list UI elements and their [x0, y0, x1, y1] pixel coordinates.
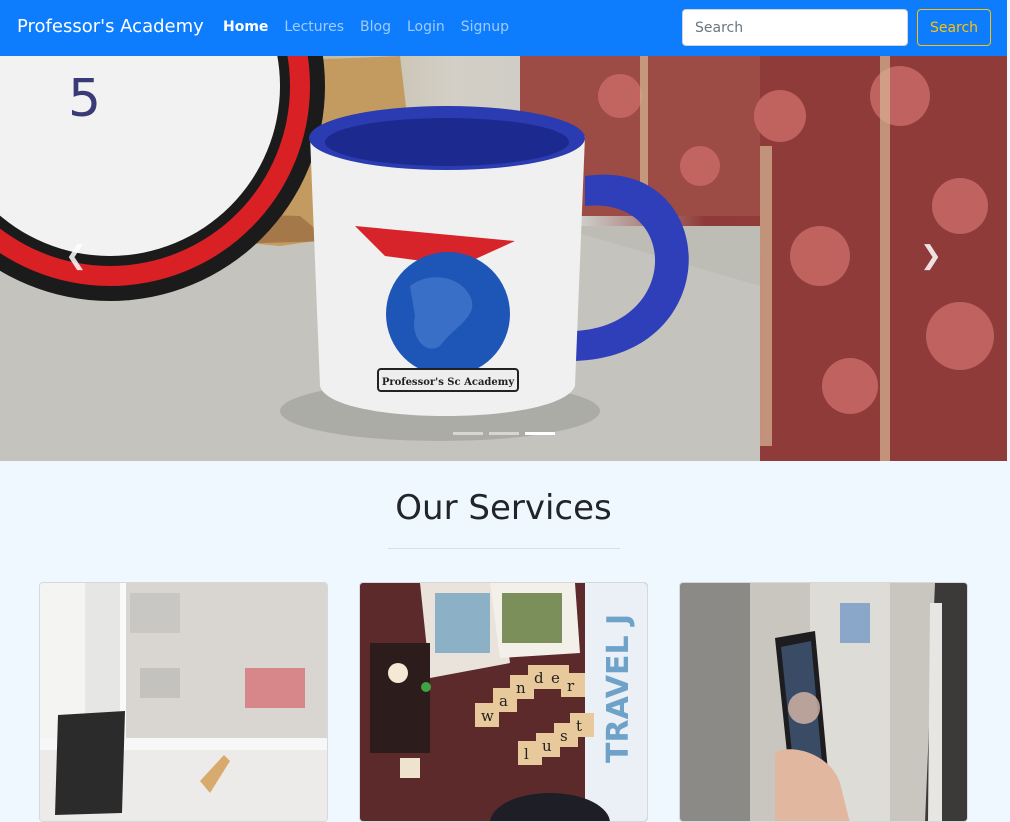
laptop-by-window-photo	[40, 583, 327, 821]
mug-logo-text: Professor's Sc Academy	[382, 377, 516, 388]
chevron-left-icon: ❮	[65, 241, 87, 271]
block-letter: u	[542, 737, 552, 755]
navbar: Professor's Academy Home Lectures Blog L…	[0, 0, 1007, 56]
services-title: Our Services	[395, 488, 612, 528]
carousel-indicator-3[interactable]	[525, 432, 555, 435]
nav-link-home[interactable]: Home	[223, 19, 268, 35]
carousel-prev-button[interactable]: ❮	[61, 241, 91, 271]
block-letter: r	[567, 677, 575, 695]
section-divider	[388, 548, 620, 549]
block-letter: a	[499, 692, 508, 710]
carousel-indicator-1[interactable]	[453, 432, 483, 435]
carousel-next-button[interactable]: ❯	[916, 241, 946, 271]
service-card-3[interactable]	[679, 582, 968, 822]
block-letter: e	[551, 669, 560, 687]
block-letter: s	[560, 727, 568, 745]
service-card-1[interactable]	[39, 582, 328, 822]
block-letter: n	[516, 679, 526, 697]
service-card-2[interactable]: TRAVEL J w a n d e r l u s t	[359, 582, 648, 822]
phone-in-hand-photo	[680, 583, 967, 821]
wander-lust-travel-photo: TRAVEL J w a n d e r l u s t	[360, 583, 647, 821]
nav-link-signup[interactable]: Signup	[461, 19, 509, 35]
search-button[interactable]: Search	[917, 9, 991, 46]
nav-link-lectures[interactable]: Lectures	[284, 19, 344, 35]
block-letter: w	[481, 707, 494, 725]
nav-link-blog[interactable]: Blog	[360, 19, 391, 35]
nav-link-login[interactable]: Login	[407, 19, 445, 35]
block-letter: d	[534, 669, 544, 687]
block-letter: t	[576, 717, 582, 735]
chevron-right-icon: ❯	[920, 241, 942, 271]
carousel-indicator-2[interactable]	[489, 432, 519, 435]
card-side-text: TRAVEL J	[601, 614, 636, 763]
hero-carousel: 5 Professor's Sc Academy ❮ ❯	[0, 56, 1007, 461]
brand-logo-text[interactable]: Professor's Academy	[17, 16, 204, 37]
carousel-indicators	[453, 432, 561, 435]
clock-number: 5	[68, 69, 101, 129]
nav-links: Home Lectures Blog Login Signup	[223, 19, 525, 35]
carousel-slide-image: 5 Professor's Sc Academy	[0, 56, 1007, 461]
block-letter: l	[524, 745, 529, 763]
search-input[interactable]	[682, 9, 908, 46]
